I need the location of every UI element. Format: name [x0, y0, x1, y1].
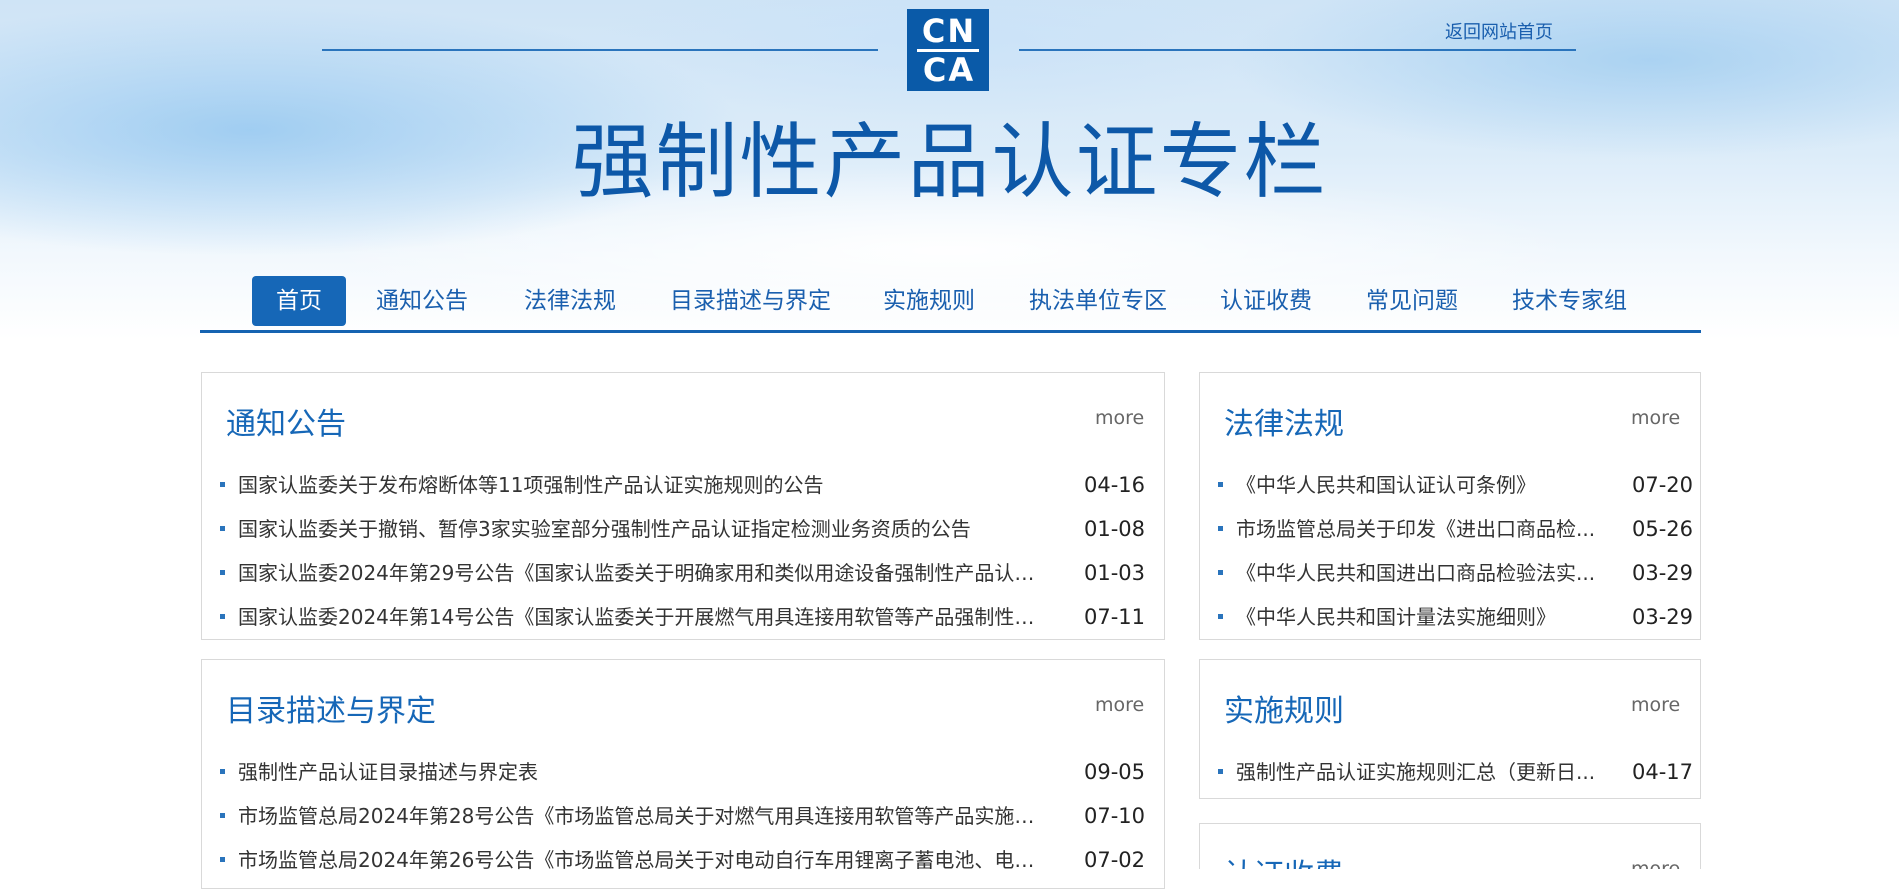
- more-link[interactable]: more: [1095, 407, 1144, 429]
- logo-letter: N: [947, 11, 975, 50]
- item-title[interactable]: 国家认监委2024年第14号公告《国家认监委关于开展燃气用具连接用软管等产品强制…: [238, 595, 1038, 639]
- fees-panel: 认证收费 more: [1199, 823, 1701, 869]
- page-title: 强制性产品认证专栏: [571, 115, 1328, 210]
- panel-title: 法律法规: [1224, 407, 1344, 442]
- panel-title: 目录描述与界定: [226, 694, 436, 729]
- item-title[interactable]: 市场监管总局2024年第26号公告《市场监管总局关于对电动自行车用锂离子蓄电池、…: [238, 838, 1038, 882]
- nav-item-rules[interactable]: 实施规则: [883, 276, 975, 326]
- item-title[interactable]: 《中华人民共和国认证认可条例》: [1236, 463, 1596, 507]
- bullet-icon: [1218, 526, 1223, 531]
- item-date: 07-20: [1632, 473, 1694, 497]
- more-link[interactable]: more: [1631, 694, 1680, 716]
- bullet-icon: [220, 526, 225, 531]
- logo-letter: A: [948, 50, 974, 89]
- more-link[interactable]: more: [1095, 694, 1144, 716]
- panel-title: 实施规则: [1224, 694, 1344, 729]
- item-title[interactable]: 国家认监委2024年第29号公告《国家认监委关于明确家用和类似用途设备强制性产品…: [238, 551, 1038, 595]
- list-item[interactable]: 国家认监委关于发布熔断体等11项强制性产品认证实施规则的公告 04-16: [202, 463, 1164, 507]
- list-item[interactable]: 市场监管总局关于印发《进出口商品检... 05-26: [1200, 507, 1700, 551]
- list-item[interactable]: 国家认监委2024年第14号公告《国家认监委关于开展燃气用具连接用软管等产品强制…: [202, 595, 1164, 639]
- nav-item-home[interactable]: 首页: [252, 276, 346, 326]
- list-item[interactable]: 《中华人民共和国计量法实施细则》 03-29: [1200, 595, 1700, 639]
- notices-list: 国家认监委关于发布熔断体等11项强制性产品认证实施规则的公告 04-16 国家认…: [202, 463, 1164, 639]
- list-item[interactable]: 强制性产品认证目录描述与界定表 09-05: [202, 750, 1164, 794]
- more-link[interactable]: more: [1631, 858, 1680, 869]
- item-title[interactable]: 《中华人民共和国计量法实施细则》: [1236, 595, 1596, 639]
- bullet-icon: [220, 857, 225, 862]
- header-divider-left: [322, 49, 878, 51]
- notices-panel: 通知公告 more 国家认监委关于发布熔断体等11项强制性产品认证实施规则的公告…: [201, 372, 1165, 640]
- item-date: 03-29: [1632, 605, 1694, 629]
- item-date: 01-08: [1084, 517, 1146, 541]
- laws-panel: 法律法规 more 《中华人民共和国认证认可条例》 07-20 市场监管总局关于…: [1199, 372, 1701, 640]
- item-date: 04-16: [1084, 473, 1146, 497]
- panel-title: 认证收费: [1224, 850, 1344, 869]
- nav-item-laws[interactable]: 法律法规: [524, 276, 616, 326]
- list-item[interactable]: 市场监管总局2024年第28号公告《市场监管总局关于对燃气用具连接用软管等产品实…: [202, 794, 1164, 838]
- logo-letter: C: [921, 11, 946, 50]
- bullet-icon: [1218, 769, 1223, 774]
- more-link[interactable]: more: [1631, 407, 1680, 429]
- item-date: 04-17: [1632, 760, 1694, 784]
- item-title[interactable]: 强制性产品认证实施规则汇总（更新日...: [1236, 750, 1596, 794]
- list-item[interactable]: 国家认监委关于撤销、暂停3家实验室部分强制性产品认证指定检测业务资质的公告 01…: [202, 507, 1164, 551]
- nav-item-fees[interactable]: 认证收费: [1220, 276, 1312, 326]
- list-item[interactable]: 《中华人民共和国认证认可条例》 07-20: [1200, 463, 1700, 507]
- bullet-icon: [1218, 570, 1223, 575]
- item-date: 09-05: [1084, 760, 1146, 784]
- cnca-logo[interactable]: C N C A: [907, 9, 989, 91]
- logo-bottom-row: C A: [923, 54, 973, 86]
- bullet-icon: [1218, 614, 1223, 619]
- catalog-panel: 目录描述与界定 more 强制性产品认证目录描述与界定表 09-05 市场监管总…: [201, 659, 1165, 889]
- item-date: 05-26: [1632, 517, 1694, 541]
- nav-item-enforcement[interactable]: 执法单位专区: [1029, 276, 1167, 326]
- item-title[interactable]: 国家认监委关于撤销、暂停3家实验室部分强制性产品认证指定检测业务资质的公告: [238, 507, 1038, 551]
- bullet-icon: [1218, 482, 1223, 487]
- item-date: 03-29: [1632, 561, 1694, 585]
- bullet-icon: [220, 482, 225, 487]
- item-title[interactable]: 市场监管总局关于印发《进出口商品检...: [1236, 507, 1596, 551]
- logo-letter: C: [922, 50, 947, 89]
- list-item[interactable]: 强制性产品认证实施规则汇总（更新日... 04-17: [1200, 750, 1700, 794]
- panel-title: 通知公告: [226, 407, 346, 442]
- list-item[interactable]: 市场监管总局2024年第26号公告《市场监管总局关于对电动自行车用锂离子蓄电池、…: [202, 838, 1164, 882]
- bullet-icon: [220, 813, 225, 818]
- main-nav: 首页 通知公告 法律法规 目录描述与界定 实施规则 执法单位专区 认证收费 常见…: [200, 274, 1701, 333]
- header-divider-right: [1019, 49, 1576, 51]
- bullet-icon: [220, 769, 225, 774]
- item-date: 01-03: [1084, 561, 1146, 585]
- list-item[interactable]: 国家认监委2024年第29号公告《国家认监委关于明确家用和类似用途设备强制性产品…: [202, 551, 1164, 595]
- catalog-list: 强制性产品认证目录描述与界定表 09-05 市场监管总局2024年第28号公告《…: [202, 750, 1164, 882]
- item-date: 07-02: [1084, 848, 1146, 872]
- logo-top-row: C N: [922, 15, 974, 47]
- return-home-link[interactable]: 返回网站首页: [1445, 18, 1553, 44]
- item-title[interactable]: 国家认监委关于发布熔断体等11项强制性产品认证实施规则的公告: [238, 463, 1038, 507]
- list-item[interactable]: 《中华人民共和国进出口商品检验法实... 03-29: [1200, 551, 1700, 595]
- nav-item-experts[interactable]: 技术专家组: [1512, 276, 1627, 326]
- rules-list: 强制性产品认证实施规则汇总（更新日... 04-17: [1200, 750, 1700, 794]
- nav-item-faq[interactable]: 常见问题: [1366, 276, 1458, 326]
- laws-list: 《中华人民共和国认证认可条例》 07-20 市场监管总局关于印发《进出口商品检.…: [1200, 463, 1700, 639]
- bullet-icon: [220, 570, 225, 575]
- item-title[interactable]: 市场监管总局2024年第28号公告《市场监管总局关于对燃气用具连接用软管等产品实…: [238, 794, 1038, 838]
- nav-item-notices[interactable]: 通知公告: [376, 276, 468, 326]
- item-title[interactable]: 《中华人民共和国进出口商品检验法实...: [1236, 551, 1596, 595]
- rules-panel: 实施规则 more 强制性产品认证实施规则汇总（更新日... 04-17: [1199, 659, 1701, 799]
- bullet-icon: [220, 614, 225, 619]
- item-date: 07-10: [1084, 804, 1146, 828]
- item-title[interactable]: 强制性产品认证目录描述与界定表: [238, 750, 1038, 794]
- nav-item-catalog[interactable]: 目录描述与界定: [670, 276, 831, 326]
- item-date: 07-11: [1084, 605, 1146, 629]
